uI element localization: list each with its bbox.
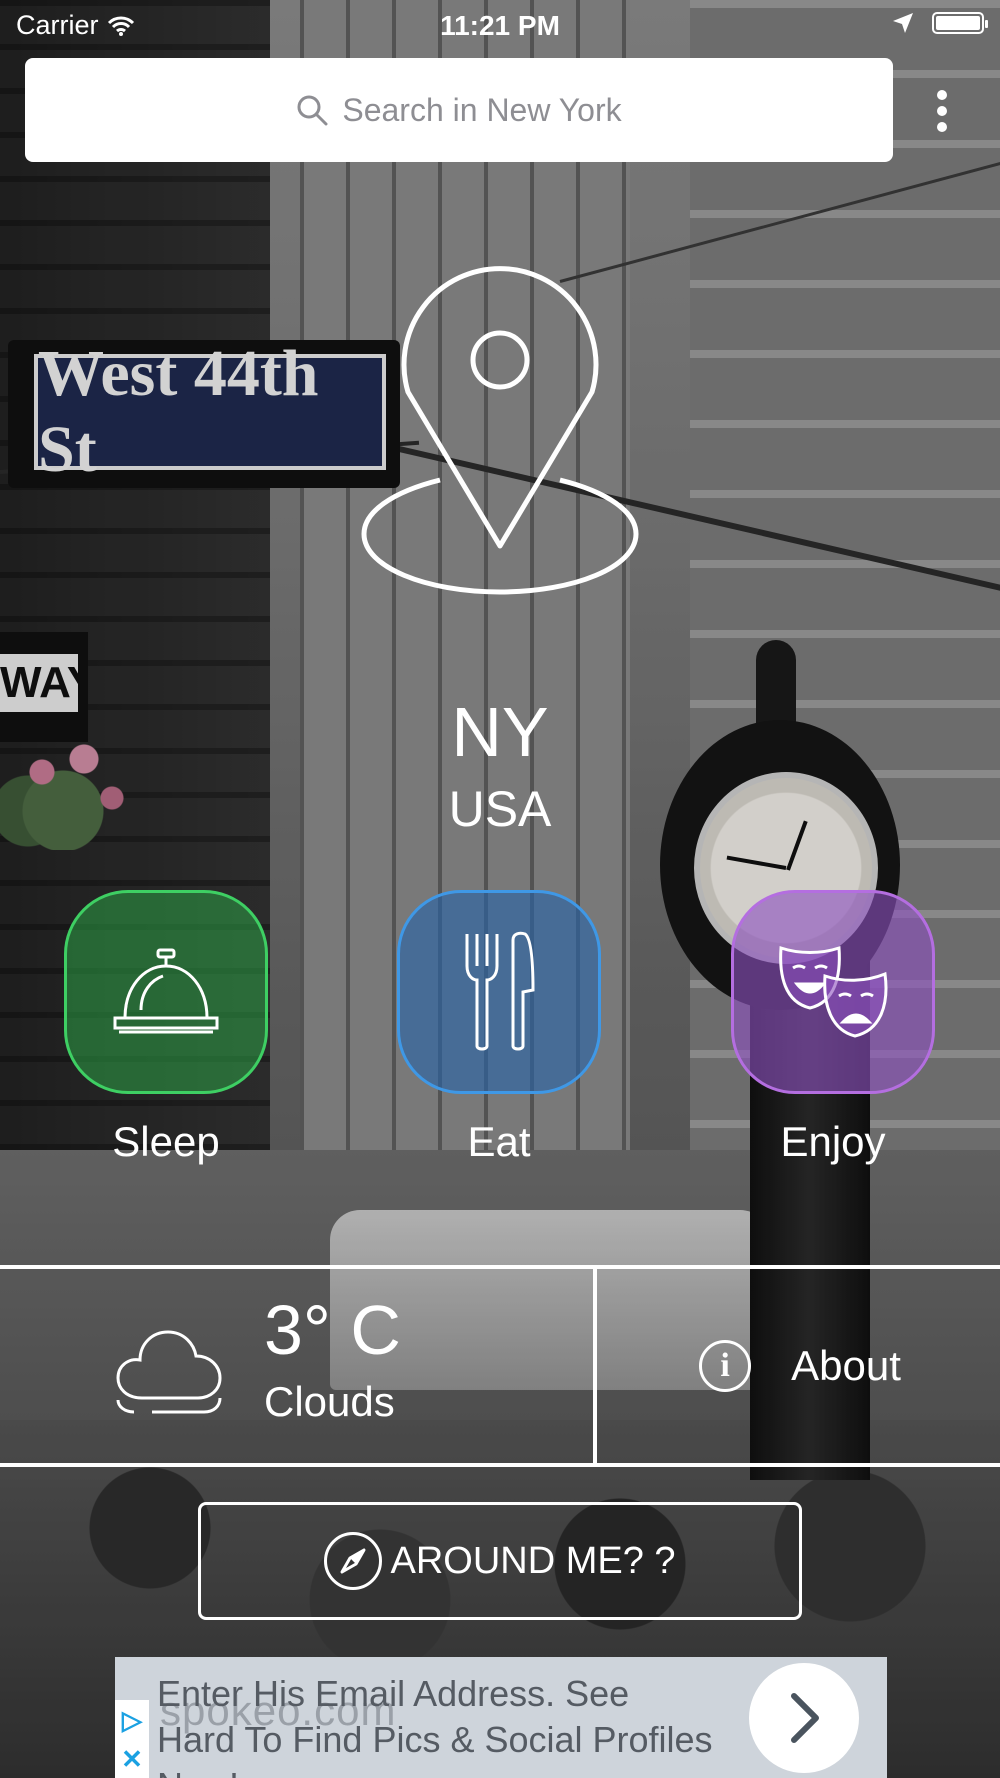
- status-time: 11:21 PM: [440, 10, 560, 41]
- fork-knife-icon: [465, 931, 535, 1051]
- temperature: 3° C: [264, 1291, 401, 1369]
- compass-icon: [324, 1532, 383, 1590]
- ad-choices-icon: ▷: [122, 1704, 142, 1735]
- ad-choices[interactable]: ▷ ✕: [115, 1700, 149, 1778]
- around-me-button[interactable]: AROUND ME? ?: [198, 1502, 802, 1620]
- search-icon: [297, 95, 328, 126]
- ad-go-button[interactable]: [749, 1663, 859, 1773]
- sleep-label: Sleep: [112, 1118, 220, 1165]
- enjoy-button[interactable]: [731, 890, 935, 1094]
- country-name: USA: [448, 781, 552, 837]
- chevron-right-icon: [791, 1693, 819, 1743]
- divider: [0, 1265, 1000, 1269]
- status-bar: Carrier 11:21 PM: [0, 0, 1000, 50]
- map-pin-icon: [361, 266, 639, 595]
- service-bell-icon: [113, 948, 219, 1034]
- enjoy-label: Enjoy: [780, 1118, 886, 1165]
- info-icon: i: [699, 1340, 752, 1392]
- close-icon[interactable]: ✕: [121, 1746, 143, 1772]
- more-dot: [937, 90, 947, 100]
- more-dot: [937, 122, 947, 132]
- search-bar[interactable]: Search in New York: [25, 58, 893, 162]
- battery-icon: [932, 12, 988, 34]
- more-dot: [937, 106, 947, 116]
- location-arrow-icon: [893, 13, 913, 33]
- eat-label: Eat: [467, 1118, 531, 1165]
- sleep-button[interactable]: [64, 890, 268, 1094]
- theater-masks-icon: [779, 945, 888, 1038]
- about-label: About: [791, 1342, 901, 1389]
- cloud-icon: [116, 1330, 222, 1414]
- status-right-group: [892, 12, 988, 34]
- more-menu-button[interactable]: [936, 90, 948, 132]
- ad-banner[interactable]: spokeo.com Enter His Email Address. See …: [115, 1657, 887, 1778]
- eat-button[interactable]: [397, 890, 601, 1094]
- about-button[interactable]: i About: [600, 1273, 1000, 1459]
- ad-text: Enter His Email Address. See Hard To Fin…: [157, 1673, 713, 1778]
- city-name: NY: [451, 693, 549, 771]
- weather-condition: Clouds: [264, 1378, 395, 1425]
- divider-vertical: [593, 1269, 597, 1463]
- around-me-label: AROUND ME? ?: [390, 1539, 676, 1582]
- search-placeholder: Search in New York: [342, 91, 622, 128]
- divider: [0, 1463, 1000, 1467]
